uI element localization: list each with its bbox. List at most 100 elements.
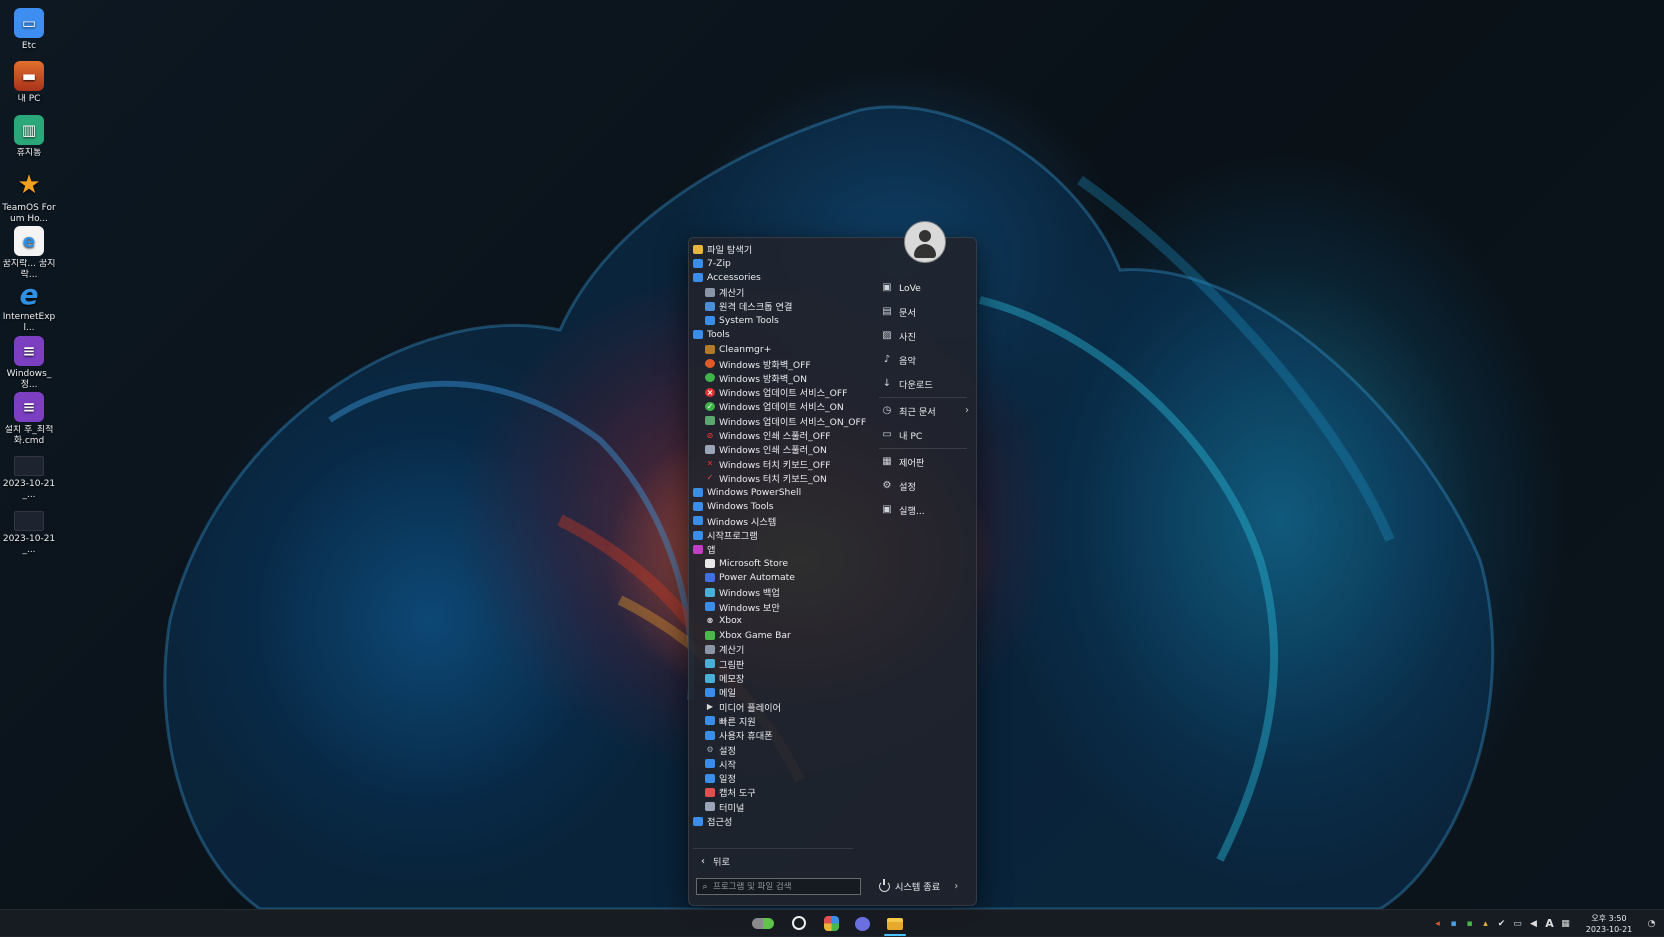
avatar-head [919,230,931,242]
program-item[interactable]: ✓ Windows 터치 키보드_ON [693,471,868,485]
search-input[interactable] [713,881,853,892]
desktop-icon-etc[interactable]: ▭ Etc [2,8,56,52]
program-item[interactable]: Windows 시스템 [693,514,868,528]
clock[interactable]: 오후 3:50 2023-10-21 [1579,913,1639,935]
program-item[interactable]: 원격 데스크톱 연결 [693,299,868,313]
notification-bell-icon[interactable]: ◔ [1645,917,1658,930]
program-item[interactable]: Windows 보안 [693,599,868,614]
program-item[interactable]: 빠른 지원 [693,714,868,728]
place-item[interactable]: ◷ 최근 문서 › [875,399,971,423]
tray-chevron-icon[interactable]: ◂ [1431,917,1444,930]
desktop-icon-recycle-bin[interactable]: ▥ 휴지통 [2,115,56,159]
place-item[interactable]: ▣ LoVe [875,276,971,300]
program-item[interactable]: Windows PowerShell [693,485,868,499]
program-item[interactable]: Windows 방화벽_ON [693,371,868,385]
taskbar-widgets-button[interactable] [752,913,774,934]
user-avatar[interactable] [904,221,946,263]
program-item[interactable]: 파일 탐색기 [693,242,868,256]
program-item[interactable]: System Tools [693,313,868,327]
program-item[interactable]: ✕ Windows 터치 키보드_OFF [693,456,868,471]
terminal-icon [705,802,715,812]
desktop-icon-windows-script[interactable]: ≡ Windows_정... [2,336,56,391]
place-item[interactable]: ▤ 문서 [875,300,971,324]
tray-app-icon[interactable]: ✔ [1495,917,1508,930]
program-item[interactable]: Power Automate [693,571,868,585]
program-item[interactable]: 메모장 [693,671,868,685]
place-item[interactable]: ⚙ 설정 [875,474,971,498]
search-box[interactable]: ⌕ [696,878,861,895]
taskbar-chat-button[interactable] [851,913,873,934]
program-item[interactable]: 일정 [693,771,868,785]
back-button[interactable]: ‹ 뒤로 [693,848,853,869]
desktop-icon-screenshot-1[interactable]: 2023-10-21_... [2,456,56,501]
tray-app-icon[interactable]: ▪ [1447,917,1460,930]
volume-icon[interactable]: ◀ [1527,917,1540,930]
program-item[interactable]: 그림판 [693,657,868,671]
program-item[interactable]: ✓ Windows 업데이트 서비스_ON [693,399,868,413]
program-item[interactable]: 앱 [693,542,868,556]
program-item[interactable]: 시작프로그램 [693,528,868,542]
program-item[interactable]: 7-Zip [693,256,868,270]
place-item[interactable]: ▣ 실행... [875,498,971,522]
program-item[interactable]: 계산기 [693,642,868,656]
taskbar-app-button[interactable] [820,913,842,934]
program-item[interactable]: Windows 인쇄 스풀러_ON [693,442,868,456]
keyboard-icon[interactable]: ▦ [1559,917,1572,930]
program-item[interactable]: Microsoft Store [693,557,868,571]
program-item[interactable]: Accessories [693,271,868,285]
folder-icon [705,316,715,326]
tray-app-icon[interactable]: ▪ [1463,917,1476,930]
program-item[interactable]: Windows 방화벽_OFF [693,356,868,371]
program-label: 메일 [719,688,736,700]
program-item[interactable]: × Windows 업데이트 서비스_OFF [693,385,868,399]
program-item[interactable]: 터미널 [693,800,868,814]
program-item[interactable]: Xbox Game Bar [693,628,868,642]
desktop-icon-label: Windows_정... [6,369,52,390]
recent-clock-icon: ◷ [882,405,892,416]
tray-app-icon[interactable]: ▴ [1479,917,1492,930]
desktop-icon-my-pc[interactable]: ▬ 내 PC [2,61,56,105]
program-item[interactable]: 메일 [693,685,868,699]
place-item[interactable]: ▨ 사진 [875,324,971,348]
program-item[interactable]: 캡처 도구 [693,785,868,799]
desktop-icon-teamos[interactable]: ★ TeamOS Forum Ho... [2,170,56,225]
chevron-right-icon[interactable]: › [954,881,958,892]
program-item[interactable]: ▶ 미디어 플레이어 [693,700,868,714]
program-label: Windows PowerShell [707,486,802,498]
network-icon[interactable]: ▭ [1511,917,1524,930]
place-item[interactable]: ▭ 내 PC [875,423,971,447]
place-item[interactable]: ▦ 제어판 [875,450,971,474]
program-label: 사용자 휴대폰 [719,731,773,743]
program-item[interactable]: Windows Tools [693,499,868,513]
program-item[interactable]: Windows 업데이트 서비스_ON_OFF [693,414,868,428]
folder-icon [693,273,703,283]
program-item[interactable]: Windows 백업 [693,585,868,599]
security-shield-icon [705,602,715,612]
place-item[interactable]: ↓ 다운로드 [875,372,971,396]
program-item[interactable]: ⊘ Windows 인쇄 스풀러_OFF [693,428,868,443]
program-item[interactable]: 사용자 휴대폰 [693,728,868,742]
desktop-icon-internet-explorer[interactable]: e InternetExpl... [2,279,56,334]
program-item[interactable]: 계산기 [693,285,868,299]
place-item[interactable]: ♪ 음악 [875,348,971,372]
taskbar-search-button[interactable] [789,913,811,934]
program-item[interactable]: ⚙ 설정 [693,742,868,757]
program-label: Tools [707,329,730,341]
taskbar-file-explorer-button[interactable] [884,913,906,934]
program-item[interactable]: ⊗ Xbox [693,614,868,628]
desktop-icon-screenshot-2[interactable]: 2023-10-21_... [2,511,56,556]
desktop-icon-shortcut[interactable]: e 꿈지락... 꿈지락... [2,226,56,281]
program-item[interactable]: Tools [693,328,868,342]
folder-icon [693,487,703,497]
close-icon: ✕ [706,459,714,469]
shutdown-button[interactable]: 시스템 종료 › [875,878,963,893]
screenshot-thumbnail-icon [14,511,44,531]
desktop-icon-optimize-cmd[interactable]: ≡ 설치 후_최적화.cmd [2,392,56,447]
program-item[interactable]: Cleanmgr+ [693,342,868,356]
media-player-icon: ▶ [706,702,714,712]
ime-indicator[interactable]: A [1543,917,1556,930]
program-item[interactable]: 접근성 [693,814,868,828]
folder-icon [693,330,703,340]
program-item[interactable]: 시작 [693,757,868,771]
program-label: Xbox Game Bar [719,629,791,641]
